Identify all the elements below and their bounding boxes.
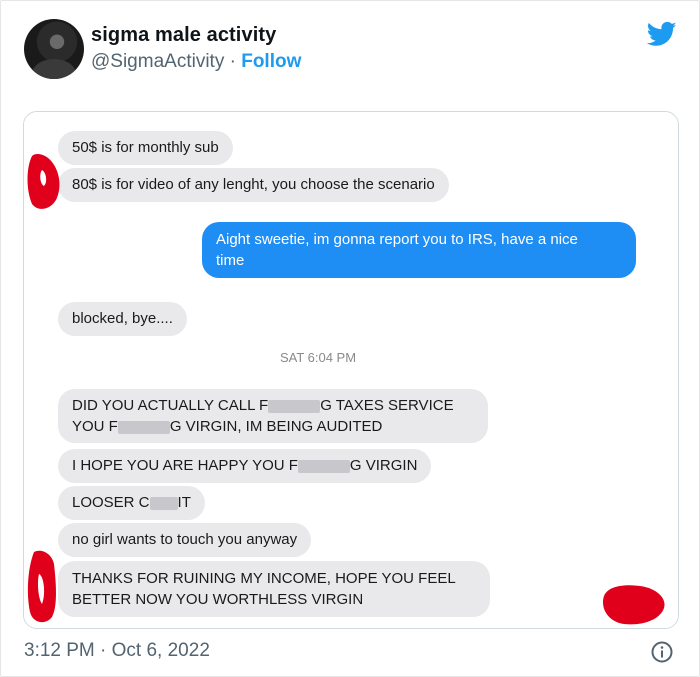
info-icon[interactable]: [650, 640, 674, 664]
tweet-date: Oct 6, 2022: [111, 640, 210, 661]
avatar[interactable]: [24, 19, 84, 79]
author-handle[interactable]: @SigmaActivity: [91, 51, 224, 72]
twitter-bird-icon[interactable]: [645, 19, 679, 49]
tweet-time: 3:12 PM: [24, 640, 95, 661]
follow-button[interactable]: Follow: [241, 51, 301, 72]
handle-separator: ·: [229, 51, 236, 72]
red-scribbles: [27, 154, 665, 625]
handle-row: @SigmaActivity · Follow: [91, 51, 301, 73]
attached-image[interactable]: 50$ is for monthly sub 80$ is for video …: [23, 111, 679, 629]
red-scribble-bottom-right: [602, 585, 665, 625]
avatar-figure: [32, 59, 76, 79]
author-name[interactable]: sigma male activity: [91, 24, 276, 47]
timestamp-row[interactable]: 3:12 PM · Oct 6, 2022: [24, 640, 210, 662]
chat-screenshot: 50$ is for monthly sub 80$ is for video …: [24, 112, 678, 628]
tweet-card: sigma male activity @SigmaActivity · Fol…: [0, 0, 700, 677]
red-scribble-top: [27, 154, 60, 209]
timestamp-separator: ·: [100, 640, 112, 661]
red-scribble-bottom-left: [27, 550, 56, 623]
